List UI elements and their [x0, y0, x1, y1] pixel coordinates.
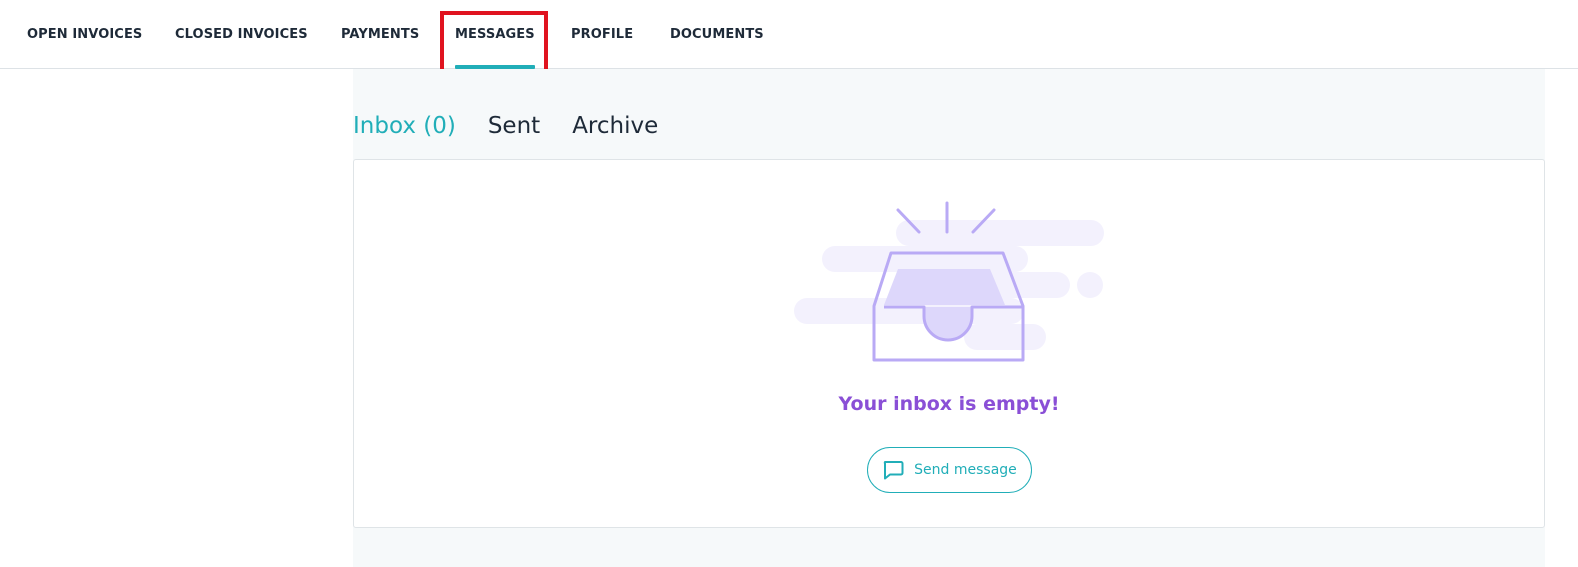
nav-tab-payments[interactable]: PAYMENTS: [341, 0, 419, 69]
nav-tab-label: MESSAGES: [455, 27, 535, 42]
tab-sent[interactable]: Sent: [488, 113, 540, 139]
page: OPEN INVOICES CLOSED INVOICES PAYMENTS M…: [0, 0, 1578, 567]
nav-tab-label: PAYMENTS: [341, 27, 420, 42]
nav-tab-label: PROFILE: [571, 27, 634, 42]
nav-tab-label: DOCUMENTS: [670, 27, 764, 42]
inbox-card: Your inbox is empty! Send message: [353, 159, 1545, 528]
message-folder-tabs: Inbox (0) Sent Archive: [353, 108, 690, 144]
empty-inbox-message: Your inbox is empty!: [838, 393, 1060, 415]
nav-tab-profile[interactable]: PROFILE: [571, 0, 633, 69]
top-nav: OPEN INVOICES CLOSED INVOICES PAYMENTS M…: [0, 0, 1578, 69]
chat-bubble-icon: [883, 461, 904, 480]
inbox-tray-icon: [794, 201, 1104, 362]
nav-tab-closed-invoices[interactable]: CLOSED INVOICES: [175, 0, 308, 69]
nav-tab-label: OPEN INVOICES: [27, 27, 143, 42]
nav-tab-label: CLOSED INVOICES: [175, 27, 308, 42]
nav-tab-documents[interactable]: DOCUMENTS: [670, 0, 764, 69]
send-message-button[interactable]: Send message: [867, 447, 1032, 493]
tab-inbox[interactable]: Inbox (0): [353, 113, 456, 139]
nav-tab-messages[interactable]: MESSAGES: [455, 0, 535, 69]
nav-tab-open-invoices[interactable]: OPEN INVOICES: [27, 0, 142, 69]
send-message-label: Send message: [914, 462, 1017, 478]
tab-archive[interactable]: Archive: [572, 113, 658, 139]
